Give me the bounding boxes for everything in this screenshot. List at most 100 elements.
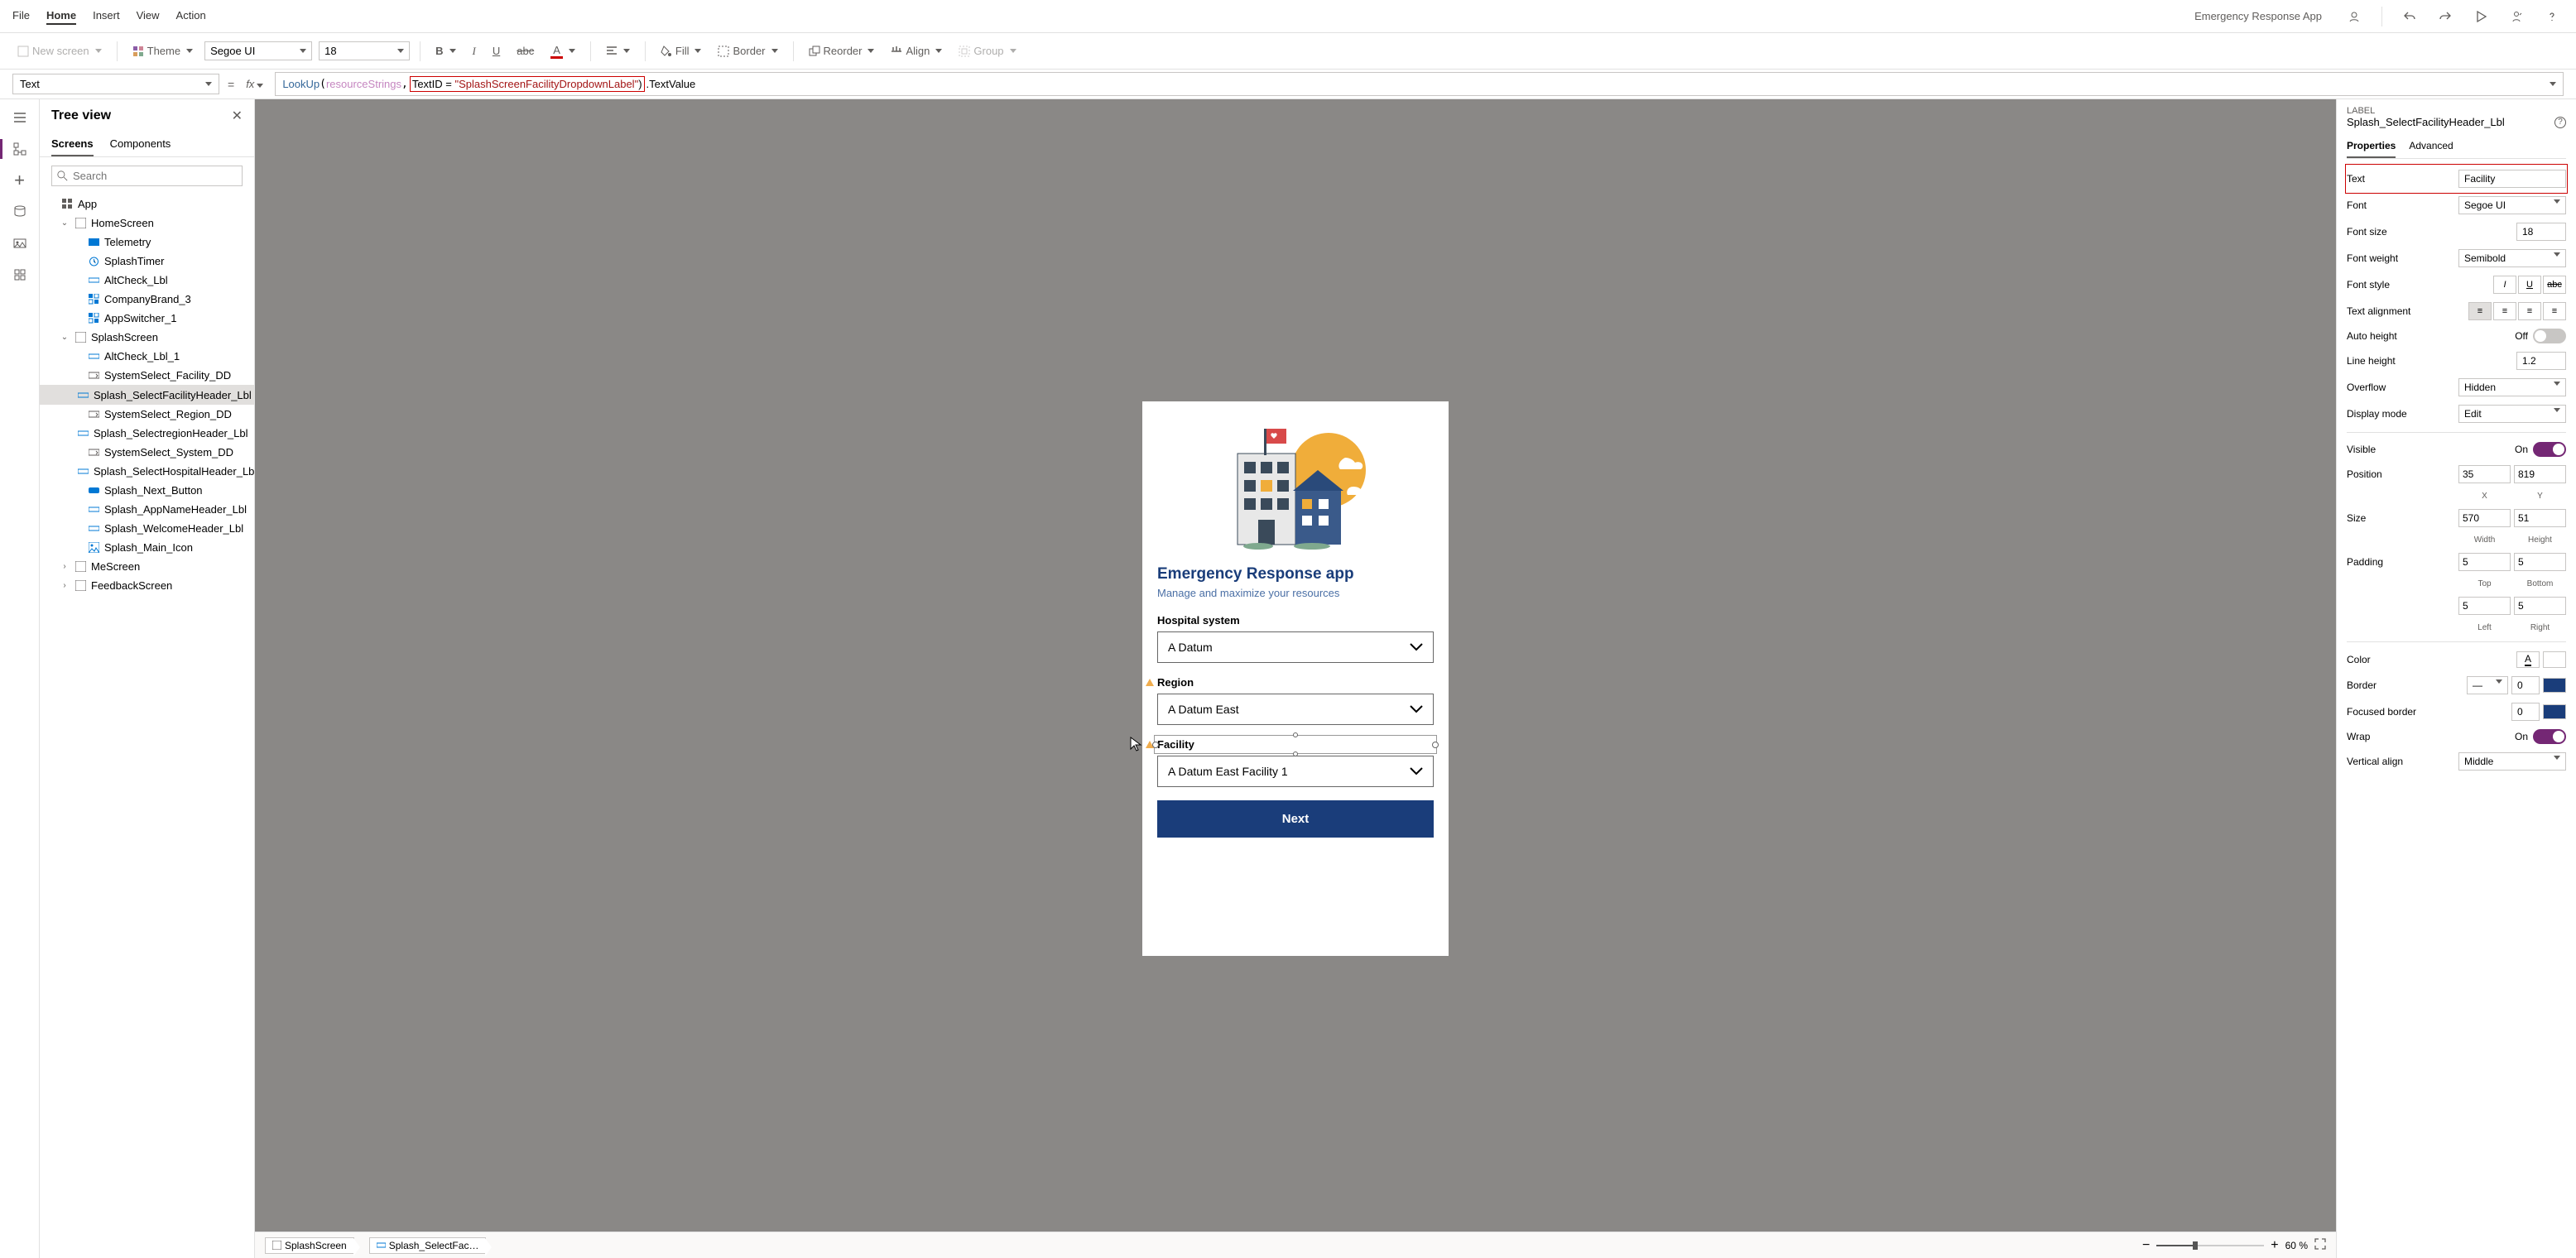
- prop-displaymode-select[interactable]: Edit: [2458, 405, 2566, 423]
- fill-button[interactable]: Fill: [656, 41, 707, 60]
- tree-item-AltCheck_Lbl[interactable]: AltCheck_Lbl: [40, 271, 254, 290]
- tree-item-Splash_WelcomeHeader_Lbl[interactable]: Splash_WelcomeHeader_Lbl: [40, 519, 254, 538]
- new-screen-button[interactable]: New screen: [12, 41, 107, 60]
- tree-item-SystemSelect_Region_DD[interactable]: SystemSelect_Region_DD: [40, 405, 254, 424]
- menu-view[interactable]: View: [137, 7, 160, 25]
- media-icon[interactable]: [12, 235, 28, 252]
- bold-button[interactable]: B: [430, 41, 460, 60]
- prop-border-color[interactable]: [2543, 678, 2566, 693]
- help-icon[interactable]: ?: [2554, 117, 2566, 128]
- prop-pad-right[interactable]: [2514, 597, 2566, 615]
- breadcrumb-screen[interactable]: SplashScreen: [265, 1237, 354, 1254]
- data-icon[interactable]: [12, 204, 28, 220]
- font-family-select[interactable]: Segoe UI: [204, 41, 312, 60]
- prop-border-style[interactable]: —: [2467, 676, 2508, 694]
- text-align-button[interactable]: [601, 42, 635, 60]
- prop-height[interactable]: [2514, 509, 2566, 527]
- prop-bg-color[interactable]: [2543, 651, 2566, 668]
- underline-button[interactable]: U: [488, 41, 505, 60]
- tree-search[interactable]: [51, 166, 243, 186]
- prop-pad-left[interactable]: [2458, 597, 2511, 615]
- prop-border-width[interactable]: [2511, 676, 2540, 694]
- prop-text-input[interactable]: [2458, 170, 2566, 188]
- menu-file[interactable]: File: [12, 7, 30, 25]
- tree-item-SystemSelect_System_DD[interactable]: SystemSelect_System_DD: [40, 443, 254, 462]
- menu-action[interactable]: Action: [176, 7, 206, 25]
- redo-icon[interactable]: [2434, 5, 2457, 28]
- tree-item-SplashTimer[interactable]: SplashTimer: [40, 252, 254, 271]
- zoom-slider[interactable]: [2156, 1245, 2264, 1246]
- virtual-agent-icon[interactable]: [2343, 5, 2366, 28]
- tree-item-Splash_SelectFacilityHeader_Lbl[interactable]: Splash_SelectFacilityHeader_Lbl⋯: [40, 385, 254, 405]
- prop-overflow-select[interactable]: Hidden: [2458, 378, 2566, 396]
- tree-item-Splash_AppNameHeader_Lbl[interactable]: Splash_AppNameHeader_Lbl: [40, 500, 254, 519]
- prop-fontweight-select[interactable]: Semibold: [2458, 249, 2566, 267]
- font-color-button[interactable]: A: [545, 41, 580, 62]
- tree-item-Telemetry[interactable]: Telemetry: [40, 233, 254, 252]
- breadcrumb-control[interactable]: Splash_SelectFac…: [369, 1237, 487, 1254]
- font-size-select[interactable]: 18: [319, 41, 410, 60]
- prop-valign-select[interactable]: Middle: [2458, 752, 2566, 771]
- tree-item-CompanyBrand_3[interactable]: CompanyBrand_3: [40, 290, 254, 309]
- zoom-in-button[interactable]: +: [2271, 1238, 2278, 1253]
- help-icon[interactable]: [2540, 5, 2564, 28]
- tree-item-FeedbackScreen[interactable]: ›FeedbackScreen: [40, 576, 254, 595]
- border-button[interactable]: Border: [713, 41, 782, 60]
- zoom-out-button[interactable]: −: [2142, 1238, 2150, 1253]
- tree-item-Splash_Main_Icon[interactable]: Splash_Main_Icon: [40, 538, 254, 557]
- share-icon[interactable]: [2505, 5, 2528, 28]
- formula-input[interactable]: LookUp(resourceStrings,TextID = "SplashS…: [275, 72, 2564, 96]
- prop-visible-toggle[interactable]: [2533, 442, 2566, 457]
- prop-width[interactable]: [2458, 509, 2511, 527]
- next-button[interactable]: Next: [1157, 800, 1434, 838]
- tree-item-App[interactable]: App: [40, 194, 254, 214]
- prop-font-color[interactable]: A: [2516, 651, 2540, 668]
- hamburger-icon[interactable]: [12, 109, 28, 126]
- tree-item-Splash_SelectregionHeader_Lbl[interactable]: Splash_SelectregionHeader_Lbl: [40, 424, 254, 443]
- tree-item-MeScreen[interactable]: ›MeScreen: [40, 557, 254, 576]
- tree-item-AppSwitcher_1[interactable]: AppSwitcher_1: [40, 309, 254, 328]
- prop-fontstyle-group[interactable]: IUabc: [2493, 276, 2566, 294]
- insert-icon[interactable]: +: [12, 172, 28, 189]
- tab-screens[interactable]: Screens: [51, 132, 94, 156]
- menu-home[interactable]: Home: [46, 7, 76, 25]
- prop-focborder-color[interactable]: [2543, 704, 2566, 719]
- tree-view-icon[interactable]: [12, 141, 28, 157]
- prop-pad-top[interactable]: [2458, 553, 2511, 571]
- region-dropdown[interactable]: A Datum East: [1157, 694, 1434, 725]
- prop-wrap-toggle[interactable]: [2533, 729, 2566, 744]
- tree-item-HomeScreen[interactable]: ⌄HomeScreen: [40, 214, 254, 233]
- prop-focborder-width[interactable]: [2511, 703, 2540, 721]
- close-icon[interactable]: ✕: [232, 108, 243, 124]
- align-button[interactable]: Align: [886, 41, 947, 60]
- tab-properties[interactable]: Properties: [2347, 135, 2396, 158]
- tree-item-AltCheck_Lbl_1[interactable]: AltCheck_Lbl_1: [40, 347, 254, 366]
- tab-components[interactable]: Components: [110, 132, 171, 156]
- canvas[interactable]: Emergency Response app Manage and maximi…: [255, 99, 2336, 1258]
- prop-pos-y[interactable]: [2514, 465, 2566, 483]
- tree-item-Splash_Next_Button[interactable]: Splash_Next_Button: [40, 481, 254, 500]
- menu-insert[interactable]: Insert: [93, 7, 120, 25]
- theme-button[interactable]: Theme: [127, 41, 198, 60]
- group-button[interactable]: Group: [954, 41, 1021, 60]
- fit-screen-icon[interactable]: [2314, 1238, 2326, 1252]
- tree-item-SplashScreen[interactable]: ⌄SplashScreen: [40, 328, 254, 347]
- prop-font-select[interactable]: Segoe UI: [2458, 196, 2566, 214]
- facility-label[interactable]: Facility: [1157, 738, 1434, 751]
- strike-button[interactable]: abc: [512, 41, 539, 60]
- fx-label[interactable]: fx: [243, 78, 267, 90]
- undo-icon[interactable]: [2398, 5, 2421, 28]
- tree-item-Splash_SelectHospitalHeader_Lbl[interactable]: Splash_SelectHospitalHeader_Lbl: [40, 462, 254, 481]
- reorder-button[interactable]: Reorder: [804, 41, 880, 60]
- play-icon[interactable]: [2469, 5, 2492, 28]
- property-selector[interactable]: Text: [12, 74, 219, 94]
- prop-textalign-group[interactable]: ≡≡≡≡: [2468, 302, 2566, 320]
- italic-button[interactable]: I: [468, 41, 481, 61]
- prop-fontsize-input[interactable]: [2516, 223, 2566, 241]
- advanced-tools-icon[interactable]: [12, 266, 28, 283]
- prop-lineheight-input[interactable]: [2516, 352, 2566, 370]
- prop-autoheight-toggle[interactable]: [2533, 329, 2566, 343]
- tab-advanced[interactable]: Advanced: [2409, 135, 2453, 158]
- prop-pad-bottom[interactable]: [2514, 553, 2566, 571]
- hospital-dropdown[interactable]: A Datum: [1157, 631, 1434, 663]
